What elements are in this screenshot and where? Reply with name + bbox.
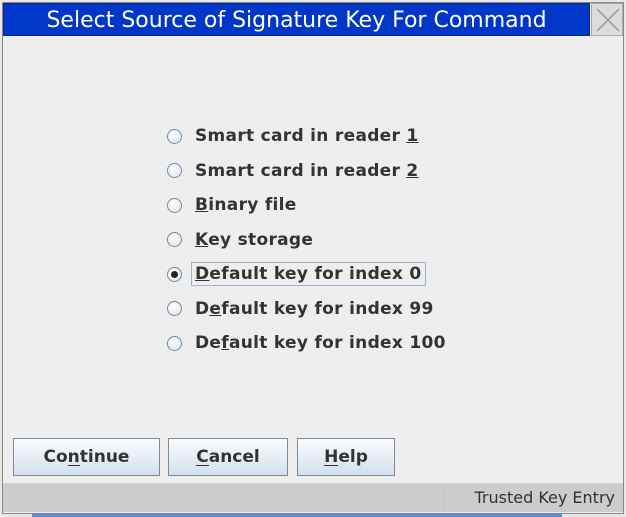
- continue-button[interactable]: Continue: [13, 438, 160, 476]
- radio-unselected-icon[interactable]: [167, 197, 182, 213]
- cancel-button[interactable]: Cancel: [168, 438, 288, 476]
- mnemonic-underline: [324, 465, 339, 466]
- radio-option[interactable]: Default key for index 100: [167, 326, 450, 361]
- radio-selected-icon[interactable]: [167, 266, 182, 282]
- radio-option-label: Binary file: [195, 195, 297, 216]
- key-source-radio-group: Smart card in reader 1 Smart card in read…: [167, 119, 450, 361]
- radio-option[interactable]: Smart card in reader 1: [167, 119, 450, 154]
- cancel-button-label: Cancel: [196, 447, 260, 467]
- radio-option[interactable]: Key storage: [167, 223, 450, 258]
- radio-option-label: Smart card in reader 1: [195, 126, 419, 147]
- radio-unselected-icon[interactable]: [167, 163, 182, 179]
- mnemonic-underline: [196, 465, 209, 466]
- radio-option-label: Default key for index 100: [195, 333, 446, 354]
- radio-option[interactable]: Default key for index 0: [167, 257, 450, 292]
- mnemonic-underline: [67, 465, 80, 466]
- status-text: Trusted Key Entry: [474, 488, 616, 507]
- dialog-window: Select Source of Signature Key For Comma…: [2, 2, 624, 514]
- close-icon: [596, 8, 620, 32]
- close-button[interactable]: [591, 3, 623, 36]
- radio-option-label: Smart card in reader 2: [195, 160, 419, 181]
- status-bar: Trusted Key Entry: [3, 483, 623, 512]
- help-button-label: Help: [324, 447, 368, 467]
- radio-unselected-icon[interactable]: [167, 301, 182, 317]
- radio-unselected-icon[interactable]: [167, 232, 182, 248]
- status-divider: [443, 484, 444, 512]
- radio-option-label: Key storage: [195, 229, 314, 250]
- radio-option-label: Default key for index 99: [195, 298, 434, 319]
- help-button[interactable]: Help: [297, 438, 395, 476]
- radio-option[interactable]: Smart card in reader 2: [167, 154, 450, 189]
- dialog-title: Select Source of Signature Key For Comma…: [3, 3, 590, 36]
- continue-button-label: Continue: [43, 447, 130, 467]
- radio-option[interactable]: Default key for index 99: [167, 292, 450, 327]
- radio-unselected-icon[interactable]: [167, 335, 182, 351]
- radio-option[interactable]: Binary file: [167, 188, 450, 223]
- radio-option-label: Default key for index 0: [191, 262, 426, 287]
- radio-unselected-icon[interactable]: [167, 128, 182, 144]
